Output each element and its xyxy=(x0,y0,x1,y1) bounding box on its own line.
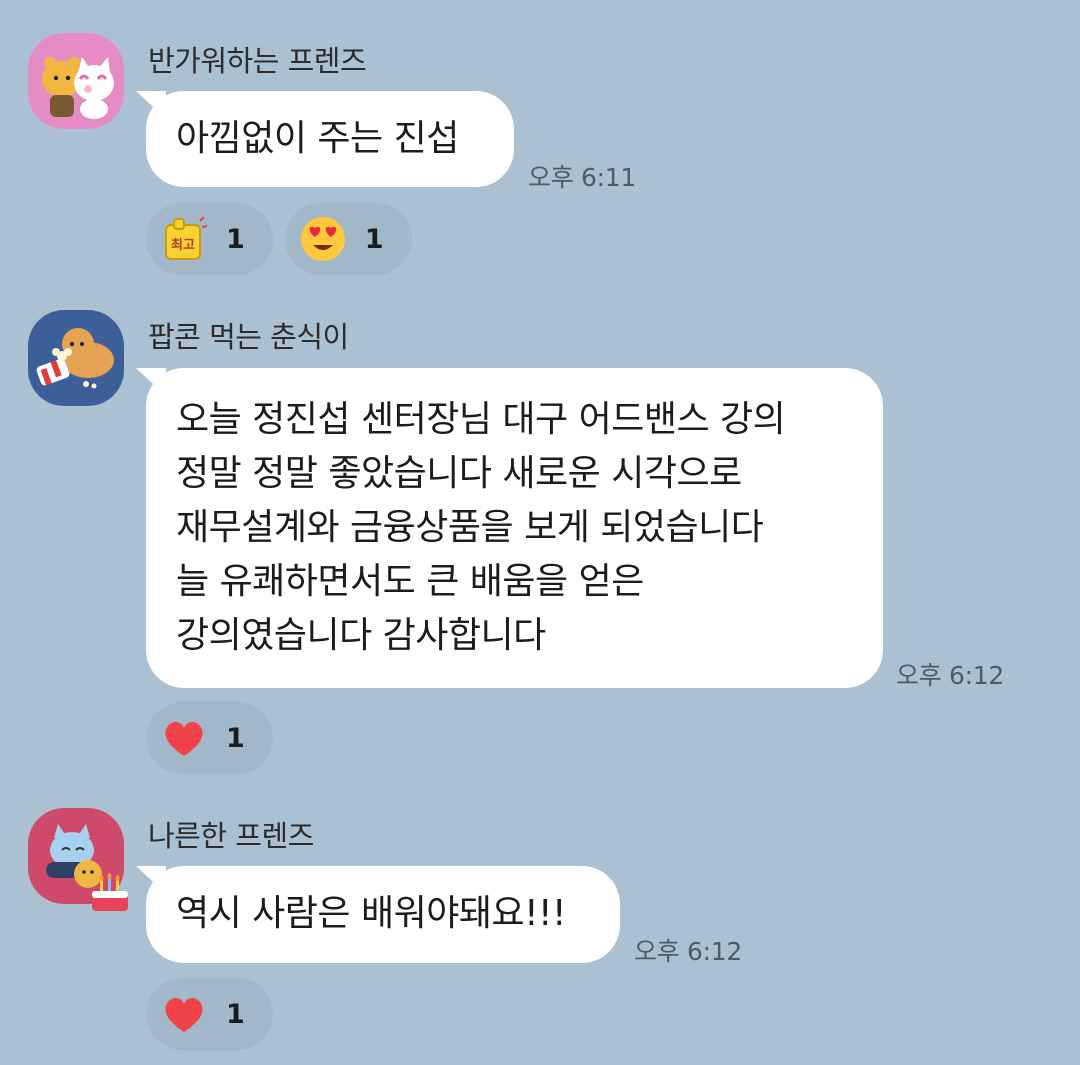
reaction-bar: 1 xyxy=(146,978,273,1050)
reaction-pill[interactable]: 1 xyxy=(146,978,273,1050)
chat-room[interactable]: 반가워하는 프렌즈 아낌없이 주는 진섭 오후 6:11 최고 1 1 팝콘 먹… xyxy=(0,0,1080,1065)
sender-name: 나른한 프렌즈 xyxy=(148,819,314,853)
red-heart-icon xyxy=(165,721,203,756)
sender-name: 반가워하는 프렌즈 xyxy=(148,44,367,78)
reaction-count: 1 xyxy=(226,998,245,1030)
red-heart-icon xyxy=(165,997,203,1032)
choonsik-popcorn-avatar-icon xyxy=(28,310,124,406)
avatar[interactable] xyxy=(28,33,124,129)
reaction-bar: 1 xyxy=(146,702,273,774)
reaction-count: 1 xyxy=(226,223,245,255)
message-text: 아낌없이 주는 진섭 xyxy=(176,118,459,159)
message-bubble[interactable]: 오늘 정진섭 센터장님 대구 어드밴스 강의 정말 정말 좋았습니다 새로운 시… xyxy=(146,368,883,688)
message-text: 오늘 정진섭 센터장님 대구 어드밴스 강의 정말 정말 좋았습니다 새로운 시… xyxy=(176,399,786,656)
sender-name: 팝콘 먹는 춘식이 xyxy=(148,320,349,354)
message-text: 역시 사람은 배워야돼요!!! xyxy=(176,893,566,934)
friends-avatar-icon xyxy=(28,33,124,129)
heart-eyes-emoji-icon xyxy=(300,217,345,261)
birthday-cake-icon xyxy=(92,873,128,911)
message-bubble[interactable]: 아낌없이 주는 진섭 xyxy=(146,91,514,187)
reaction-pill[interactable]: 1 xyxy=(284,203,412,275)
reaction-count: 1 xyxy=(364,223,384,255)
message-timestamp: 오후 6:11 xyxy=(528,163,636,192)
message-timestamp: 오후 6:12 xyxy=(634,937,742,966)
message-timestamp: 오후 6:12 xyxy=(896,661,1004,690)
reaction-count: 1 xyxy=(226,722,245,754)
reaction-pill[interactable]: 최고 1 xyxy=(146,203,273,275)
avatar[interactable] xyxy=(28,310,124,406)
reaction-pill[interactable]: 1 xyxy=(146,702,273,774)
svg-text:최고: 최고 xyxy=(171,238,195,253)
message-bubble[interactable]: 역시 사람은 배워야돼요!!! xyxy=(146,866,620,963)
reaction-bar: 최고 1 1 xyxy=(146,203,412,275)
best-sticker-icon: 최고 xyxy=(165,216,208,260)
